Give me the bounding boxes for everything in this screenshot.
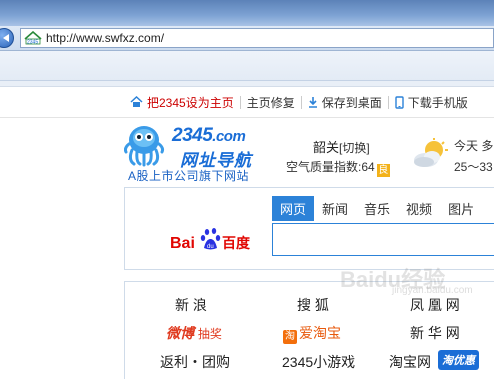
browser-titlebar — [0, 0, 494, 26]
partly-cloudy-icon[interactable] — [412, 138, 450, 170]
homepage-repair-link[interactable]: 主页修复 — [241, 94, 301, 111]
tab-web[interactable]: 网页 — [272, 196, 315, 221]
site-link-xinhua[interactable]: 新 华 网 — [410, 323, 460, 343]
url-text: http://www.swfxz.com/ — [46, 31, 165, 45]
svg-text:du: du — [207, 244, 214, 250]
svg-text:Bai: Bai — [170, 235, 195, 252]
download-mobile-label: 下载手机版 — [407, 95, 468, 110]
tab-images[interactable]: 图片 — [440, 196, 482, 221]
header-divider — [0, 117, 494, 118]
logo-brand-number: 2345 — [172, 125, 213, 146]
svg-text:2345: 2345 — [27, 40, 38, 46]
aitaobao-label: 爱淘宝 — [299, 325, 341, 341]
download-mobile-link[interactable]: 下载手机版 — [389, 94, 474, 111]
site-favicon-icon: 2345 — [24, 31, 42, 45]
temperature-range: 25～33 — [454, 160, 493, 174]
set-homepage-label: 把2345设为主页 — [147, 95, 234, 110]
city-label: 韶关 — [313, 140, 340, 155]
svg-text:百度: 百度 — [222, 235, 251, 251]
homepage-repair-label: 主页修复 — [246, 95, 295, 110]
taobao-icon: 淘 — [283, 330, 297, 344]
browser-address-bar: 2345 http://www.swfxz.com/ — [0, 26, 494, 51]
air-quality-label: 空气质量指数:64 — [286, 160, 375, 174]
set-homepage-link[interactable]: 把2345设为主页 — [124, 94, 240, 111]
site-link-aitaobao[interactable]: 淘爱淘宝 — [283, 323, 341, 344]
url-field[interactable]: 2345 http://www.swfxz.com/ — [20, 28, 494, 48]
tab-news[interactable]: 新闻 — [314, 196, 356, 221]
site-link-taobao[interactable]: 淘宝网 — [389, 352, 431, 372]
site-link-sohu[interactable]: 搜 狐 — [297, 295, 329, 315]
switch-city-link[interactable]: [切换] — [339, 141, 370, 155]
mobile-phone-icon — [395, 95, 404, 109]
browser-toolbar-divider — [0, 81, 494, 87]
back-button[interactable] — [0, 28, 14, 48]
search-tabs: 网页 新闻 音乐 视频 图片 — [272, 196, 482, 221]
tab-video[interactable]: 视频 — [398, 196, 440, 221]
taobao-deals-badge[interactable]: 淘优惠 — [438, 350, 479, 370]
save-to-desktop-link[interactable]: 保存到桌面 — [302, 94, 388, 111]
download-arrow-icon — [308, 97, 317, 108]
weibo-label: 微博 — [166, 325, 194, 341]
logo-brand-suffix: .com — [212, 128, 246, 145]
site-link-ifeng[interactable]: 凤 凰 网 — [410, 295, 460, 315]
baidu-logo-icon[interactable]: Bai du 百度 — [170, 224, 254, 254]
search-input[interactable] — [272, 223, 494, 256]
air-quality-badge: 良 — [376, 164, 390, 177]
top-links-bar: 把2345设为主页 主页修复 保存到桌面 下载手机版 — [124, 91, 474, 113]
tab-music[interactable]: 音乐 — [356, 196, 398, 221]
site-link-2345-games[interactable]: 2345小游戏 — [282, 352, 355, 372]
browser-toolbar — [0, 51, 494, 81]
site-link-fanli[interactable]: 返利・团购 — [160, 352, 230, 372]
air-quality[interactable]: 空气质量指数:64 良 — [286, 158, 390, 177]
weibo-lottery-label: 抽奖 — [197, 327, 222, 341]
site-link-weibo[interactable]: 微博 抽奖 — [166, 323, 222, 343]
logo-subtitle: A股上市公司旗下网站 — [128, 169, 250, 183]
city-name: 韶关[切换] — [313, 137, 370, 156]
home-icon — [130, 96, 143, 107]
today-forecast[interactable]: 今天 多 — [454, 137, 493, 154]
save-to-desktop-label: 保存到桌面 — [321, 95, 382, 110]
logo-brand[interactable]: 2345.com — [172, 125, 246, 147]
site-link-sina[interactable]: 新 浪 — [175, 295, 207, 315]
